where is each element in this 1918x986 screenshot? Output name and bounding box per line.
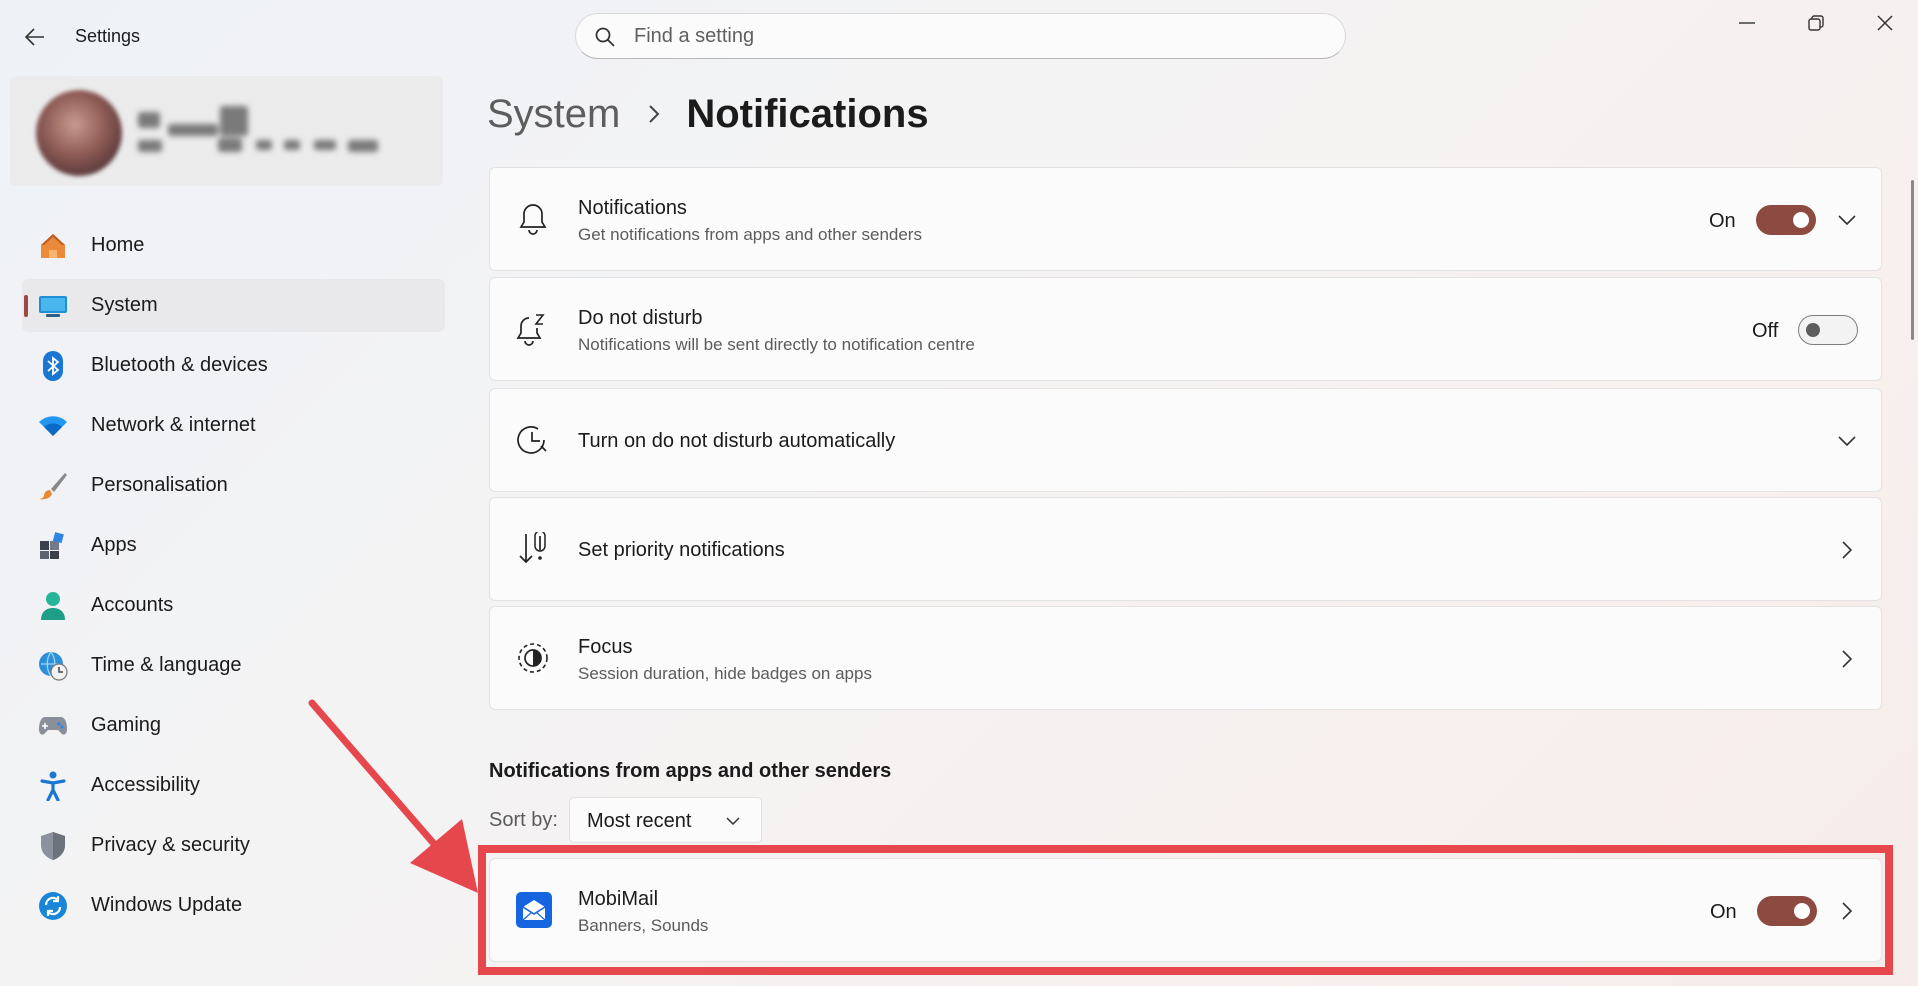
sidebar-item-apps[interactable]: Apps	[22, 519, 445, 572]
sync-icon	[38, 891, 68, 921]
sidebar-item-bluetooth[interactable]: Bluetooth & devices	[22, 339, 445, 392]
accessibility-icon	[38, 771, 68, 801]
sidebar-item-label: Accounts	[91, 594, 174, 616]
sidebar-item-label: Time & language	[91, 654, 242, 676]
breadcrumb-parent[interactable]: System	[487, 92, 620, 137]
title-bar: Settings	[0, 0, 1918, 74]
minimize-icon	[1739, 22, 1755, 24]
sidebar-item-accounts[interactable]: Accounts	[22, 579, 445, 632]
priority-sort-icon	[516, 532, 550, 566]
avatar	[36, 90, 122, 176]
app-title: Settings	[75, 26, 141, 46]
chevron-down-icon[interactable]	[1836, 209, 1858, 231]
setting-subtitle: Get notifications from apps and other se…	[578, 225, 922, 244]
sort-label: Sort by:	[489, 809, 558, 831]
sidebar-item-system[interactable]: System	[22, 279, 445, 332]
chevron-right-icon[interactable]	[1836, 539, 1858, 561]
focus-card[interactable]: Focus Session duration, hide badges on a…	[489, 606, 1882, 710]
sidebar-item-label: System	[91, 294, 158, 316]
sidebar-item-network[interactable]: Network & internet	[22, 399, 445, 452]
wifi-icon	[38, 411, 68, 441]
redacted-profile-info	[138, 106, 428, 166]
setting-title: Notifications	[578, 197, 687, 219]
setting-title: Do not disturb	[578, 307, 703, 329]
setting-subtitle: Notifications will be sent directly to n…	[578, 335, 975, 354]
toggle-state-label: Off	[1752, 320, 1779, 342]
chevron-down-icon[interactable]	[1836, 430, 1858, 452]
setting-title: Turn on do not disturb automatically	[578, 430, 896, 452]
sidebar-item-label: Windows Update	[91, 894, 243, 916]
sort-dropdown-value: Most recent	[587, 810, 692, 832]
chevron-right-icon[interactable]	[1836, 648, 1858, 670]
minimize-button[interactable]	[1717, 8, 1777, 38]
focus-icon	[516, 641, 550, 675]
sidebar-item-label: Personalisation	[91, 474, 228, 496]
notifications-toggle[interactable]	[1756, 205, 1816, 235]
do-not-disturb-toggle[interactable]	[1798, 315, 1858, 345]
do-not-disturb-card[interactable]: Do not disturb Notifications will be sen…	[489, 277, 1882, 381]
breadcrumb: System Notifications	[487, 84, 929, 144]
bluetooth-icon	[38, 351, 68, 381]
user-profile-card[interactable]	[10, 76, 443, 186]
restore-button[interactable]	[1786, 8, 1846, 38]
back-button[interactable]	[22, 24, 48, 50]
sidebar-item-label: Bluetooth & devices	[91, 354, 268, 376]
selection-indicator	[24, 295, 28, 317]
chevron-down-icon	[723, 811, 743, 831]
close-button[interactable]	[1855, 8, 1915, 38]
sidebar-item-label: Network & internet	[91, 414, 256, 436]
page-title: Notifications	[686, 91, 929, 136]
apps-icon	[38, 531, 68, 561]
apps-section-title: Notifications from apps and other sender…	[489, 760, 892, 782]
setting-title: Set priority notifications	[578, 539, 785, 561]
sidebar-item-label: Gaming	[91, 714, 162, 736]
setting-title: Focus	[578, 636, 633, 658]
sidebar-item-personalisation[interactable]: Personalisation	[22, 459, 445, 512]
shield-icon	[38, 831, 68, 861]
person-icon	[38, 591, 68, 621]
bell-icon	[516, 202, 550, 236]
search-icon	[595, 27, 615, 47]
notifications-setting-card[interactable]: Notifications Get notifications from app…	[489, 167, 1882, 271]
sidebar-item-home[interactable]: Home	[22, 219, 445, 272]
paintbrush-icon	[38, 471, 68, 501]
annotation-arrow	[308, 699, 478, 893]
gamepad-icon	[38, 711, 68, 741]
sidebar-item-time-language[interactable]: Time & language	[22, 639, 445, 692]
home-icon	[38, 231, 68, 261]
sidebar-item-label: Home	[91, 234, 145, 256]
back-arrow-icon	[25, 28, 44, 46]
priority-notifications-card[interactable]: Set priority notifications	[489, 497, 1882, 601]
search-box[interactable]	[575, 13, 1346, 59]
sidebar-item-label: Apps	[91, 534, 137, 556]
close-icon	[1877, 15, 1893, 31]
bell-snooze-icon	[516, 312, 550, 346]
sidebar-item-label: Accessibility	[91, 774, 200, 796]
scrollbar-thumb[interactable]	[1911, 180, 1914, 340]
chevron-right-icon	[648, 104, 660, 124]
system-monitor-icon	[38, 291, 68, 321]
setting-subtitle: Session duration, hide badges on apps	[578, 664, 872, 683]
clock-icon	[516, 423, 550, 457]
restore-icon	[1808, 15, 1824, 31]
sort-dropdown[interactable]: Most recent	[569, 797, 762, 843]
highlight-box	[478, 845, 1893, 975]
search-input[interactable]	[634, 22, 1314, 50]
globe-clock-icon	[38, 651, 68, 681]
toggle-state-label: On	[1709, 210, 1736, 232]
sidebar-item-label: Privacy & security	[91, 834, 250, 856]
dnd-automatic-card[interactable]: Turn on do not disturb automatically	[489, 388, 1882, 492]
